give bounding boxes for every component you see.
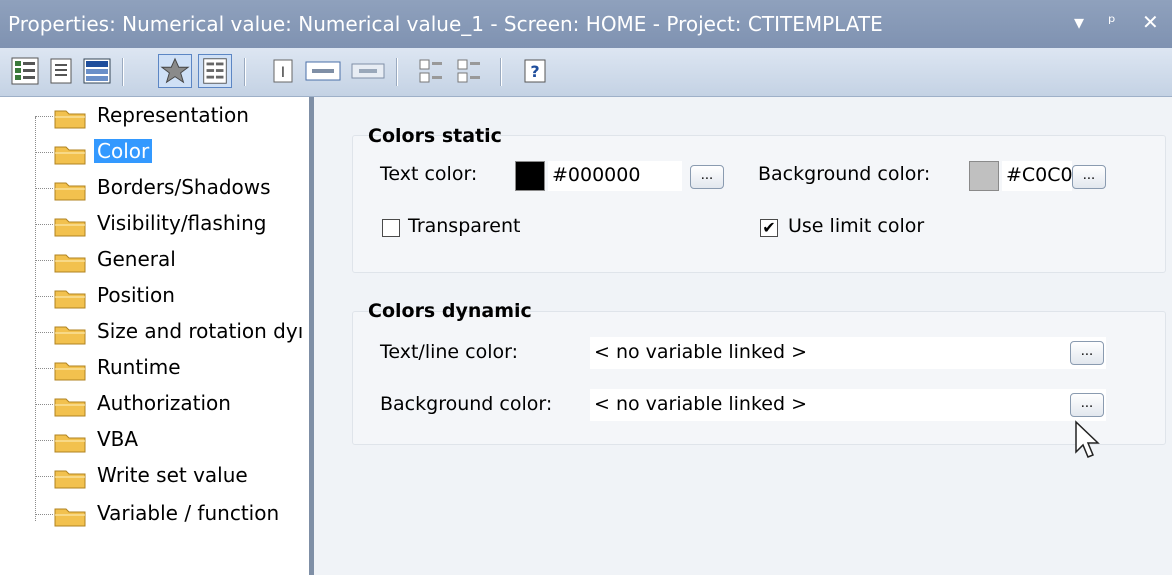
folder-icon: [54, 434, 86, 453]
colors-dynamic-title: Colors dynamic: [368, 300, 532, 322]
property-panel: Colors static Text color: #000000 ... Ba…: [314, 97, 1172, 575]
title-bar: Properties: Numerical value: Numerical v…: [0, 0, 1172, 48]
background-color-variable-browse-button[interactable]: ...: [1070, 393, 1104, 417]
dropdown-arrow-icon[interactable]: ▾: [1074, 10, 1084, 34]
folder-icon: [54, 326, 86, 345]
text-color-value[interactable]: #000000: [548, 161, 682, 191]
help-icon[interactable]: ?: [520, 56, 550, 86]
background-color-value[interactable]: #C0C0: [1002, 161, 1072, 191]
folder-icon: [54, 254, 86, 273]
tree-guide-line: [35, 117, 36, 521]
toolbar-separator: [500, 58, 502, 86]
text-color-swatch[interactable]: [515, 161, 545, 191]
background-color-browse-button[interactable]: ...: [1072, 165, 1106, 189]
expand-icon[interactable]: [416, 56, 446, 86]
text-icon[interactable]: I: [268, 56, 298, 86]
text-line-color-browse-button[interactable]: ...: [1070, 341, 1104, 365]
svg-text:?: ?: [530, 62, 539, 81]
list-view-icon[interactable]: [82, 56, 112, 86]
text-line-color-label: Text/line color:: [380, 341, 519, 363]
use-limit-color-checkbox[interactable]: ✔: [760, 219, 778, 237]
text-line-color-variable-field[interactable]: < no variable linked >: [590, 337, 1106, 369]
folder-icon: [54, 182, 86, 201]
dynamic-background-color-label: Background color:: [380, 393, 553, 415]
folder-icon: [54, 508, 86, 527]
mouse-cursor-icon: [1075, 420, 1100, 458]
transparent-label: Transparent: [408, 215, 521, 237]
pin-icon[interactable]: ᵖ: [1108, 12, 1116, 33]
toolbar-separator: [396, 58, 398, 86]
folder-icon: [54, 362, 86, 381]
transparent-checkbox[interactable]: [382, 219, 400, 237]
background-color-variable-field[interactable]: < no variable linked >: [590, 389, 1106, 421]
background-color-swatch[interactable]: [969, 161, 999, 191]
grid-view-icon[interactable]: [198, 54, 232, 88]
document-icon[interactable]: [46, 56, 76, 86]
use-limit-color-label: Use limit color: [788, 215, 925, 237]
text-color-label: Text color:: [380, 163, 478, 185]
toolbar-separator: [122, 58, 124, 86]
close-icon[interactable]: ✕: [1142, 10, 1159, 34]
tree-view-icon[interactable]: [10, 56, 40, 86]
text-color-browse-button[interactable]: ...: [690, 165, 724, 189]
colors-dynamic-group: [352, 311, 1166, 445]
output-icon[interactable]: [350, 56, 386, 86]
svg-text:I: I: [281, 65, 285, 81]
toolbar: I ?: [0, 48, 1172, 97]
folder-icon: [54, 290, 86, 309]
colors-static-group: [352, 135, 1166, 273]
input-icon[interactable]: [304, 56, 342, 86]
collapse-icon[interactable]: [454, 56, 484, 86]
background-color-label: Background color:: [758, 163, 931, 185]
folder-icon: [54, 110, 86, 129]
folder-icon: [54, 146, 86, 165]
folder-icon: [54, 218, 86, 237]
toolbar-separator: [244, 58, 246, 86]
colors-static-title: Colors static: [368, 125, 502, 147]
window-title: Properties: Numerical value: Numerical v…: [8, 12, 883, 36]
folder-icon: [54, 398, 86, 417]
property-tree: Representation Color Borders/Shadows Vis…: [0, 97, 314, 575]
favorites-icon[interactable]: [158, 54, 192, 88]
folder-icon: [54, 470, 86, 489]
